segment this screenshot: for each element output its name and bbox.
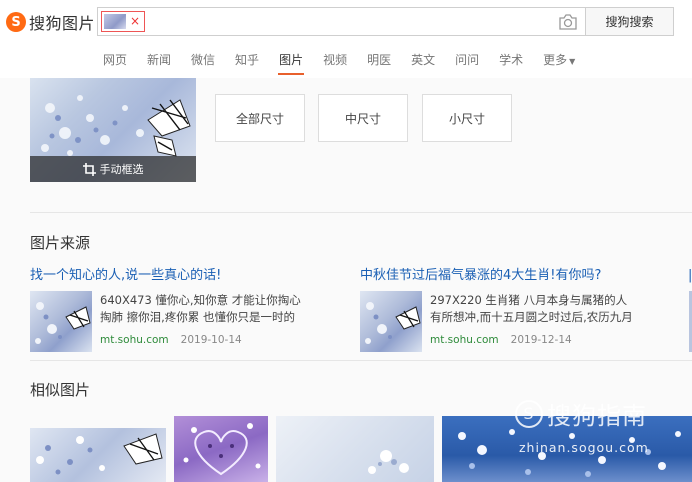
tab-video[interactable]: 视频 bbox=[323, 52, 347, 70]
source-thumbnail[interactable] bbox=[360, 291, 422, 352]
watermark-url: zhinan.sogou.com bbox=[519, 440, 649, 455]
source-description-line: 297X220 生肖猪 八月本身与属猪的人 bbox=[430, 293, 628, 307]
manual-crop-button[interactable]: 手动框选 bbox=[30, 156, 196, 182]
tab-zhihu[interactable]: 知乎 bbox=[235, 52, 259, 70]
search-input[interactable]: × bbox=[97, 7, 585, 36]
tab-english[interactable]: 英文 bbox=[411, 52, 435, 70]
watermark: S 搜狗指南 bbox=[515, 396, 647, 431]
tab-scholar[interactable]: 学术 bbox=[499, 52, 523, 70]
similar-image-3[interactable] bbox=[276, 416, 434, 482]
query-image-preview[interactable]: 手动框选 bbox=[30, 78, 196, 182]
source-domain-link[interactable]: mt.sohu.com bbox=[100, 334, 169, 346]
source-description: 297X220 生肖猪 八月本身与属猪的人 有所想冲,而十五月圆之时过后,农历九… bbox=[430, 292, 680, 326]
camera-icon[interactable] bbox=[557, 12, 579, 32]
crop-icon bbox=[82, 162, 96, 176]
size-small-button[interactable]: 小尺寸 bbox=[422, 94, 512, 142]
size-all-button[interactable]: 全部尺寸 bbox=[215, 94, 305, 142]
source-card: 找一个知心的人,说一些真心的话! 640X473 懂你心,知你意 才能让你掏心 … bbox=[30, 264, 355, 354]
butterfly-thumb bbox=[365, 302, 421, 344]
source-title-link-partial[interactable]: | bbox=[688, 268, 692, 283]
tab-medical[interactable]: 明医 bbox=[367, 52, 391, 70]
heart-flowers-image bbox=[183, 423, 261, 476]
source-meta: mt.sohu.com 2019-12-14 bbox=[430, 334, 572, 346]
manual-crop-label: 手动框选 bbox=[99, 163, 144, 176]
watermark-text: 搜狗指南 bbox=[547, 402, 647, 430]
uploaded-image-chip[interactable]: × bbox=[101, 11, 145, 32]
similar-image-2[interactable] bbox=[174, 416, 268, 482]
remove-image-icon[interactable]: × bbox=[130, 13, 140, 30]
divider bbox=[30, 212, 692, 213]
sources-heading: 图片来源 bbox=[30, 234, 91, 252]
flower-branch-image bbox=[368, 450, 409, 474]
search-button[interactable]: 搜狗搜索 bbox=[585, 7, 674, 36]
source-title-link[interactable]: 中秋佳节过后福气暴涨的4大生肖!有你吗? bbox=[360, 264, 601, 283]
source-thumbnail[interactable] bbox=[30, 291, 92, 352]
uploaded-image-thumbnail bbox=[104, 14, 126, 29]
tab-more[interactable]: 更多 ▼ bbox=[543, 52, 575, 70]
divider bbox=[30, 360, 692, 361]
source-title-link[interactable]: 找一个知心的人,说一些真心的话! bbox=[30, 264, 221, 283]
nav-tabs: 网页 新闻 微信 知乎 图片 视频 明医 英文 问问 学术 更多 ▼ bbox=[103, 52, 595, 75]
source-meta: mt.sohu.com 2019-10-14 bbox=[100, 334, 242, 346]
sogou-logo[interactable]: S 搜狗图片 bbox=[6, 10, 95, 34]
similar-heading: 相似图片 bbox=[30, 381, 91, 399]
chevron-down-icon: ▼ bbox=[569, 57, 576, 66]
source-description-line: 有所想冲,而十五月圆之时过后,农历九月 bbox=[430, 310, 633, 324]
tab-wenwen[interactable]: 问问 bbox=[455, 52, 479, 70]
watermark-logo-icon: S bbox=[515, 399, 543, 428]
similar-image-1[interactable] bbox=[30, 428, 166, 482]
tab-more-label: 更多 bbox=[543, 53, 568, 67]
butterfly-thumb bbox=[35, 302, 91, 344]
tab-web[interactable]: 网页 bbox=[103, 52, 127, 70]
header: S 搜狗图片 × 搜狗搜索 网页 新闻 微信 知乎 图片 视频 明医 英文 问问… bbox=[0, 0, 692, 78]
source-domain-link[interactable]: mt.sohu.com bbox=[430, 334, 499, 346]
tab-news[interactable]: 新闻 bbox=[147, 52, 171, 70]
logo-text: 搜狗图片 bbox=[29, 14, 96, 33]
butterfly-image bbox=[36, 433, 163, 475]
source-card: 中秋佳节过后福气暴涨的4大生肖!有你吗? 297X220 生肖猪 八月本身与属猪… bbox=[360, 264, 685, 354]
source-description-line: 640X473 懂你心,知你意 才能让你掏心 bbox=[100, 293, 301, 307]
tab-wechat[interactable]: 微信 bbox=[191, 52, 215, 70]
tab-images[interactable]: 图片 bbox=[278, 52, 305, 75]
source-date: 2019-12-14 bbox=[510, 334, 572, 346]
source-description: 640X473 懂你心,知你意 才能让你掏心 掏肺 擦你泪,疼你累 也懂你只是一… bbox=[100, 292, 350, 326]
source-description-line: 掏肺 擦你泪,疼你累 也懂你只是一时的 bbox=[100, 310, 295, 324]
logo-mark: S bbox=[6, 12, 26, 32]
source-date: 2019-10-14 bbox=[180, 334, 242, 346]
size-medium-button[interactable]: 中尺寸 bbox=[318, 94, 408, 142]
